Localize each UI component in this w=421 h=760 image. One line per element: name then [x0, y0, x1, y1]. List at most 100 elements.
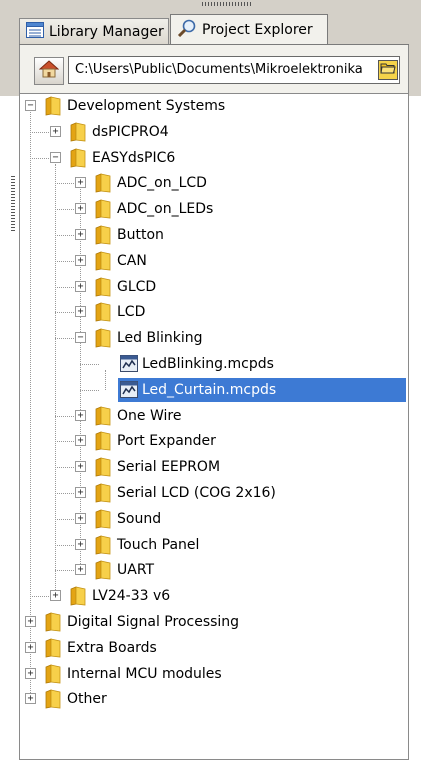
- expand-toggle[interactable]: +: [75, 538, 86, 550]
- expand-toggle[interactable]: +: [75, 461, 86, 473]
- tree-item-label: Port Expander: [117, 433, 216, 450]
- tree-connector: [55, 544, 74, 546]
- folder-icon: [95, 431, 111, 451]
- expand-toggle[interactable]: +: [25, 693, 36, 705]
- tree-folder-item[interactable]: − Development Systems: [20, 94, 406, 118]
- tree-folder-item[interactable]: + Button: [20, 223, 406, 247]
- tree-folder-item[interactable]: + Port Expander: [20, 429, 406, 453]
- tree-folder-item[interactable]: + Serial EEPROM: [20, 455, 406, 479]
- collapse-toggle[interactable]: −: [25, 100, 36, 111]
- library-icon: [26, 21, 44, 42]
- resize-grip-left[interactable]: [11, 176, 15, 231]
- expand-toggle[interactable]: +: [75, 203, 86, 215]
- tree-folder-item[interactable]: + Internal MCU modules: [20, 662, 406, 686]
- folder-icon: [95, 277, 111, 297]
- folder-icon: [95, 173, 111, 193]
- tree-item-label: CAN: [117, 252, 147, 269]
- expand-toggle[interactable]: +: [75, 487, 86, 498]
- tree-item-label: Serial LCD (COG 2x16): [117, 485, 276, 501]
- folder-icon: [70, 148, 86, 168]
- tree-folder-item[interactable]: + One Wire: [20, 404, 406, 428]
- resize-grip-top[interactable]: [202, 2, 252, 6]
- tab-label: Library Manager: [49, 23, 164, 40]
- folder-icon: [95, 406, 111, 426]
- tree-folder-item[interactable]: + Extra Boards: [20, 636, 406, 660]
- expand-toggle[interactable]: +: [25, 641, 36, 653]
- tree-folder-item[interactable]: + LCD: [20, 300, 406, 324]
- expand-toggle[interactable]: +: [50, 590, 61, 602]
- expand-toggle[interactable]: +: [25, 616, 36, 627]
- tree-file-item[interactable]: LedBlinking.mcpds: [20, 352, 406, 376]
- tree-item-label: EASYdsPIC6: [92, 149, 176, 166]
- tree-item-label: Touch Panel: [117, 536, 200, 553]
- expand-toggle[interactable]: +: [25, 667, 36, 679]
- tree-connector: [30, 131, 49, 133]
- project-tree[interactable]: − Development Systems + dsPICPRO4 − EASYdsPIC…: [19, 93, 409, 760]
- path-value: C:\Users\Public\Documents\Mikroelektroni…: [75, 62, 363, 77]
- tree-folder-item[interactable]: + LV24-33 v6: [20, 584, 406, 608]
- expand-toggle[interactable]: +: [75, 512, 86, 524]
- tree-item-label: dsPICPRO4: [92, 123, 169, 140]
- project-file-icon: [120, 355, 138, 372]
- tree-item-label: Internal MCU modules: [67, 665, 222, 682]
- tree-item-label: Serial EEPROM: [117, 459, 221, 476]
- path-input[interactable]: C:\Users\Public\Documents\Mikroelektroni…: [68, 56, 400, 84]
- tree-item-label: UART: [117, 562, 155, 579]
- tree-file-item[interactable]: Led_Curtain.mcpds: [20, 377, 406, 402]
- tree-item-label: GLCD: [117, 278, 157, 295]
- folder-icon: [95, 328, 111, 348]
- tree-folder-item[interactable]: + Sound: [20, 507, 406, 531]
- tree-connector: [55, 518, 74, 520]
- magnifier-icon: [177, 19, 197, 41]
- tree-folder-item[interactable]: + Serial LCD (COG 2x16): [20, 481, 406, 505]
- expand-toggle[interactable]: +: [75, 564, 86, 576]
- tree-item-label: Other: [67, 691, 107, 708]
- tree-folder-item[interactable]: + ADC_on_LEDs: [20, 197, 406, 221]
- tree-connector: [55, 183, 74, 185]
- tree-connector: [30, 596, 49, 598]
- folder-icon: [95, 457, 111, 477]
- expand-toggle[interactable]: +: [75, 177, 86, 189]
- folder-icon: [45, 689, 61, 709]
- tab-label: Project Explorer: [202, 21, 313, 38]
- expand-toggle[interactable]: +: [75, 254, 86, 266]
- tree-folder-item[interactable]: + ADC_on_LCD: [20, 171, 406, 195]
- tree-connector: [55, 493, 74, 494]
- tree-item-label: Button: [117, 227, 164, 243]
- tree-folder-item[interactable]: + GLCD: [20, 275, 406, 299]
- tree-connector: [80, 364, 99, 365]
- folder-icon: [95, 199, 111, 219]
- tree-item-label: ADC_on_LEDs: [117, 201, 214, 218]
- collapse-toggle[interactable]: −: [50, 151, 61, 163]
- tree-connector: [55, 235, 74, 236]
- tree-item-label: Sound: [117, 510, 162, 527]
- expand-toggle[interactable]: +: [75, 229, 86, 240]
- tree-folder-item[interactable]: − EASYdsPIC6: [20, 146, 406, 170]
- open-folder-icon: [380, 61, 396, 79]
- collapse-toggle[interactable]: −: [75, 332, 86, 344]
- tree-folder-item[interactable]: + Touch Panel: [20, 533, 406, 557]
- tree-item-label: LV24-33 v6: [92, 588, 171, 605]
- tab-project-explorer[interactable]: Project Explorer: [170, 14, 328, 44]
- browse-folder-button[interactable]: [378, 60, 398, 80]
- expand-toggle[interactable]: +: [75, 306, 86, 318]
- tree-item-label: ADC_on_LCD: [117, 175, 207, 192]
- tree-item-label: LedBlinking.mcpds: [142, 356, 274, 372]
- expand-toggle[interactable]: +: [75, 409, 86, 421]
- expand-toggle[interactable]: +: [75, 280, 86, 292]
- folder-icon: [95, 509, 111, 529]
- project-file-icon: [120, 380, 138, 398]
- tree-folder-item[interactable]: + dsPICPRO4: [20, 120, 406, 144]
- tab-library-manager[interactable]: Library Manager: [19, 18, 169, 44]
- home-button[interactable]: [34, 57, 64, 85]
- expand-toggle[interactable]: +: [50, 125, 61, 137]
- tree-folder-item[interactable]: − Led Blinking: [20, 326, 406, 350]
- folder-icon: [95, 535, 111, 555]
- tree-folder-item[interactable]: + Digital Signal Processing: [20, 610, 406, 634]
- folder-icon: [95, 302, 111, 322]
- tree-folder-item[interactable]: + UART: [20, 558, 406, 582]
- expand-toggle[interactable]: +: [75, 435, 86, 447]
- tree-connector: [80, 389, 99, 391]
- tree-folder-item[interactable]: + CAN: [20, 249, 406, 273]
- tree-folder-item[interactable]: + Other: [20, 687, 406, 711]
